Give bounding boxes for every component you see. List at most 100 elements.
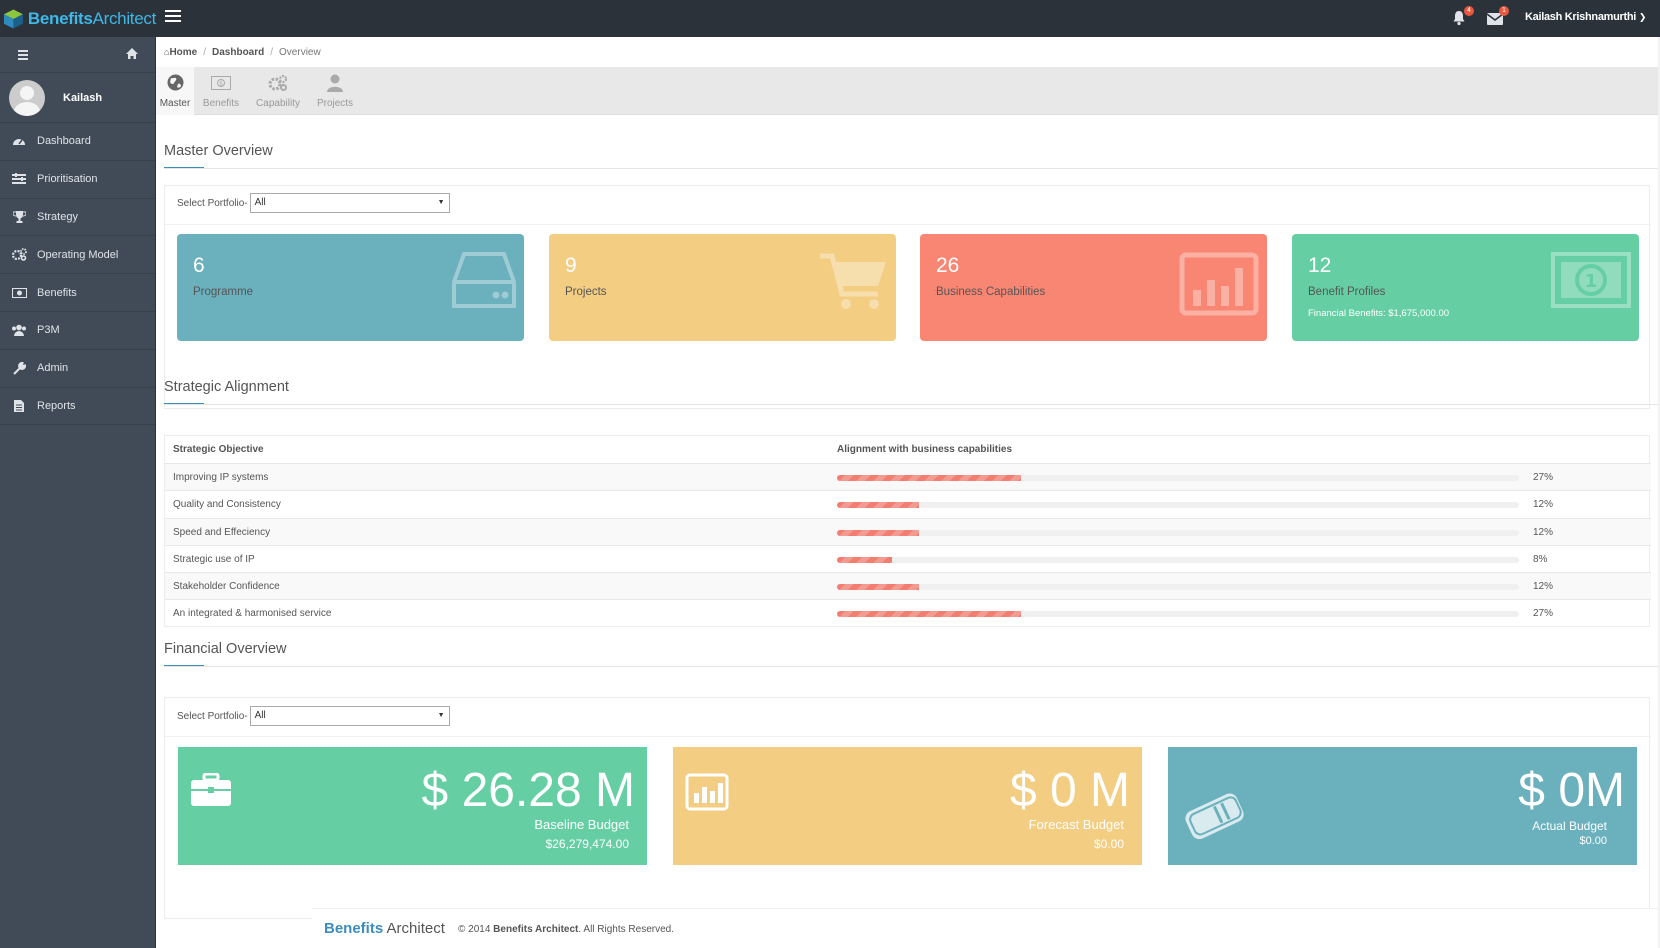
portfolio-select-row: Select Portfolio- All [177, 193, 450, 213]
sidebar-item-label: Reports [37, 399, 76, 412]
budget-card-forecast[interactable]: $ 0 M Forecast Budget $0.00 [673, 747, 1142, 865]
sidebar-item-label: Dashboard [37, 135, 91, 148]
strategic-alignment-table: Strategic Objective Alignment with busin… [164, 435, 1651, 627]
stat-label: Projects [565, 286, 607, 298]
strategic-alignment-title: Strategic Alignment [164, 379, 289, 405]
alignment-progress-bar [837, 584, 1519, 591]
sidebar-item-dashboard[interactable]: Dashboard [0, 123, 155, 161]
svg-text:$: $ [219, 81, 223, 88]
money-icon: $ [196, 74, 246, 94]
stat-label: Programme [193, 286, 254, 298]
portfolio-select[interactable]: All [249, 706, 450, 726]
notifications-bell-icon[interactable]: 4 [1451, 6, 1474, 26]
alignment-progress-bar [837, 502, 1519, 509]
alignment-percent: 27% [1533, 472, 1554, 483]
tab-projects[interactable]: Projects [310, 67, 360, 115]
alignment-progress-bar [837, 556, 1519, 563]
stat-card-projects[interactable]: 9 Projects [549, 234, 896, 341]
sidebar-item-label: Prioritisation [37, 173, 98, 186]
budget-amount: $ 0M [1518, 764, 1625, 817]
objective-name: Stakeholder Confidence [173, 581, 280, 593]
sidebar-item-admin[interactable]: Admin [0, 350, 155, 388]
alignment-progress-bar [837, 611, 1519, 618]
objective-name: An integrated & harmonised service [173, 608, 332, 620]
objective-name: Speed and Effeciency [173, 526, 271, 538]
user-menu[interactable]: Kailash Krishnamurthi ❯ [1525, 11, 1646, 23]
stat-number: 26 [936, 254, 960, 277]
portfolio-select-label: Select Portfolio- [177, 710, 248, 722]
brand-text-part1: Benefits [27, 8, 93, 28]
tab-benefits[interactable]: $ Benefits [196, 67, 246, 115]
messages-badge: 1 [1499, 6, 1509, 16]
globe-icon [156, 74, 194, 94]
main-content: ⌂ Home / Dashboard / Overview Master $ B… [156, 37, 1658, 948]
tab-capability[interactable]: Capability [248, 67, 308, 115]
sidebar-item-operating-model[interactable]: Operating Model [0, 236, 155, 275]
tab-label: Master [159, 98, 191, 109]
alignment-percent: 27% [1533, 608, 1554, 620]
cube-logo-icon [3, 9, 23, 28]
stat-number: 9 [565, 254, 577, 277]
users-icon [11, 323, 27, 337]
budget-card-baseline[interactable]: $ 26.28 M Baseline Budget $26,279,474.00 [178, 747, 647, 865]
footer-brand: Benefits Architect [324, 920, 445, 937]
svg-text:1: 1 [1585, 271, 1598, 292]
budget-card-actual[interactable]: $ 0M Actual Budget $0.00 [1168, 747, 1637, 865]
alignment-progress-bar [837, 475, 1519, 481]
stat-card-programme[interactable]: 6 Programme [177, 234, 524, 341]
stat-number: 6 [193, 254, 205, 277]
sidebar-item-strategy[interactable]: Strategy [0, 199, 155, 237]
tab-label: Capability [256, 98, 300, 109]
table-row: Stakeholder Confidence 12% [165, 572, 1651, 600]
gears-icon [248, 74, 308, 94]
tab-label: Projects [316, 98, 354, 109]
budget-sub: $26,279,474.00 [545, 837, 629, 851]
user-menu-name: Kailash Krishnamurthi [1525, 11, 1637, 23]
cart-icon [820, 253, 886, 309]
portfolio-select[interactable]: All [249, 193, 450, 213]
budget-label: Actual Budget [1532, 819, 1607, 833]
sidebar-item-benefits[interactable]: Benefits [0, 274, 155, 312]
budget-sub: $0.00 [1579, 835, 1607, 847]
table-row: Improving IP systems 27% [165, 463, 1651, 491]
stat-card-benefit-profiles[interactable]: 12 Benefit Profiles Financial Benefits: … [1292, 234, 1639, 341]
sidebar-item-label: Benefits [37, 286, 77, 299]
bar-chart-icon [685, 773, 729, 811]
objective-name: Strategic use of IP [173, 553, 255, 565]
tab-master[interactable]: Master [156, 67, 194, 115]
financial-overview-title: Financial Overview [164, 641, 287, 667]
breadcrumb-dashboard[interactable]: Dashboard [212, 47, 264, 58]
sidebar-collapse-icon[interactable] [18, 50, 28, 62]
table-row: An integrated & harmonised service 27% [165, 599, 1651, 626]
hdd-icon [452, 252, 516, 308]
breadcrumb-home[interactable]: Home [169, 47, 197, 58]
stat-label: Business Capabilities [936, 286, 1046, 298]
money-icon: 1 [1551, 252, 1631, 308]
objective-name: Improving IP systems [173, 472, 269, 483]
sidebar-item-reports[interactable]: Reports [0, 388, 155, 426]
stat-card-business-capabilities[interactable]: 26 Business Capabilities [920, 234, 1267, 341]
budget-amount: $ 26.28 M [421, 764, 635, 817]
brand-logo[interactable]: BenefitsArchitect [0, 0, 156, 37]
home-icon[interactable] [125, 47, 139, 61]
alignment-percent: 12% [1533, 499, 1554, 511]
sidebar-item-p3m[interactable]: P3M [0, 312, 155, 350]
sidebar-item-label: Strategy [37, 210, 78, 223]
sidebar-item-prioritisation[interactable]: Prioritisation [0, 161, 155, 199]
objective-name: Quality and Consistency [173, 499, 281, 511]
stat-label: Benefit Profiles [1308, 286, 1386, 298]
breadcrumb-current: Overview [279, 46, 321, 58]
sidebar: Kailash Dashboard Prioritisation Strateg… [0, 37, 156, 948]
alignment-progress-bar [837, 529, 1519, 536]
messages-envelope-icon[interactable]: 1 [1486, 6, 1509, 26]
user-icon [310, 74, 360, 94]
footer-copyright: © 2014 Benefits Architect. All Rights Re… [458, 924, 674, 935]
budget-cards: $ 26.28 M Baseline Budget $26,279,474.00… [178, 747, 1640, 865]
notifications-badge: 4 [1464, 6, 1474, 16]
alignment-percent: 8% [1533, 553, 1548, 565]
wrench-icon [11, 361, 27, 375]
gears-icon [11, 248, 27, 262]
table-row: Strategic use of IP 8% [165, 544, 1651, 572]
sidebar-item-label: P3M [37, 324, 60, 337]
menu-toggle-icon[interactable] [165, 10, 181, 24]
